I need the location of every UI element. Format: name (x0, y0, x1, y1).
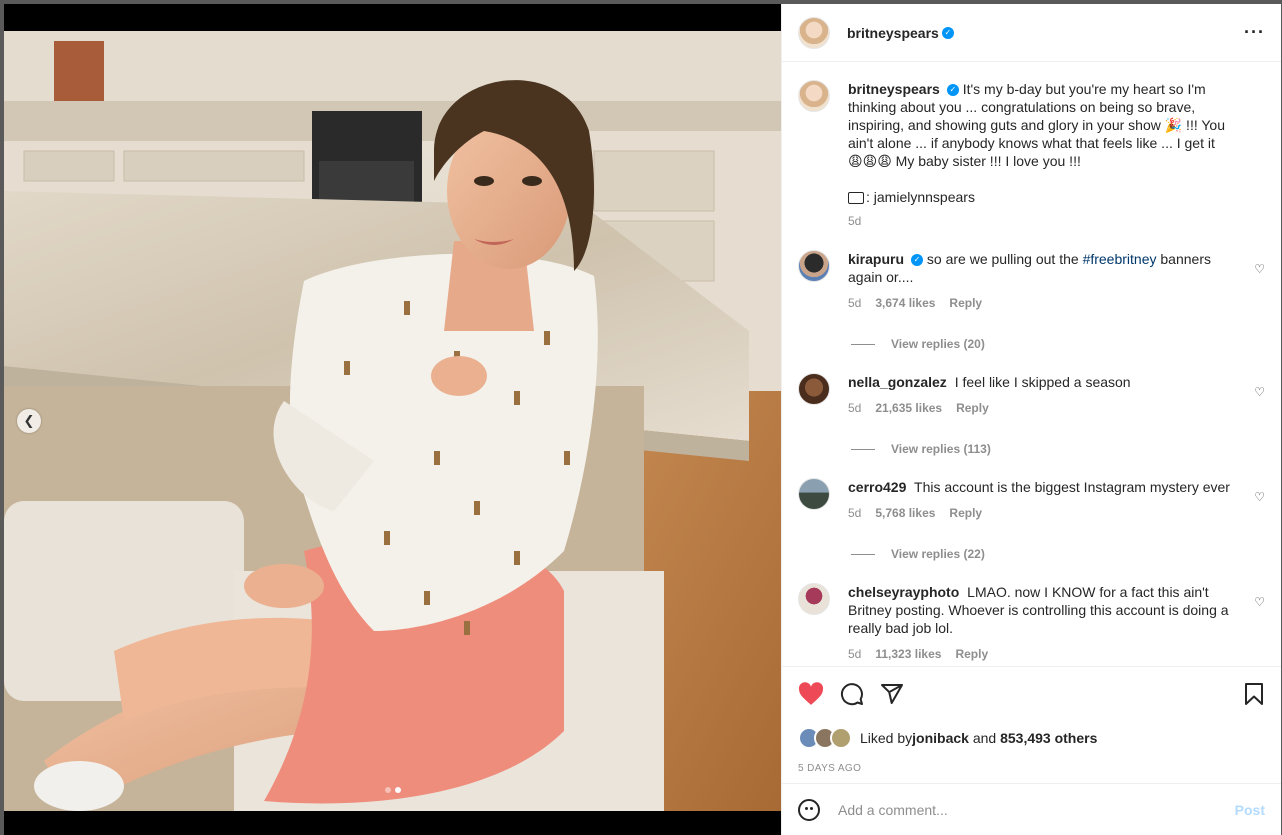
comment-text: This account is the biggest Instagram my… (914, 479, 1230, 495)
comment-text: I feel like I skipped a season (954, 374, 1131, 390)
comment-likes[interactable]: 21,635 likes (875, 399, 942, 417)
comment-age: 5d (848, 401, 862, 415)
replies-divider (851, 553, 875, 555)
comment-like-heart-icon[interactable]: ♡ (1254, 490, 1265, 504)
caption-meta: 5d (848, 212, 1233, 230)
carousel-dot-active (395, 787, 401, 793)
hashtag-link[interactable]: #freebritney (1083, 251, 1157, 267)
heart-icon[interactable] (798, 682, 824, 706)
author-avatar[interactable] (798, 80, 830, 112)
comment-body: cerro429 This account is the biggest Ins… (848, 478, 1233, 522)
view-replies-button[interactable]: View replies (113) (851, 442, 1265, 456)
reply-button[interactable]: Reply (949, 504, 982, 522)
replies-divider (851, 343, 875, 345)
comment-item: kirapuru ✓ so are we pulling out the #fre… (798, 250, 1265, 312)
comment-body: chelseyrayphoto LMAO. now I KNOW for a f… (848, 583, 1233, 663)
view-replies-button[interactable]: View replies (22) (851, 547, 1265, 561)
more-options-icon[interactable]: ··· (1244, 22, 1265, 43)
likes-middle: and (968, 730, 1001, 746)
carousel-indicator (385, 787, 401, 793)
comment-meta: 5d 11,323 likes Reply (848, 645, 1233, 663)
comment-meta: 5d 5,768 likes Reply (848, 504, 1233, 522)
comment-age: 5d (848, 647, 862, 661)
author-username[interactable]: britneyspears (847, 25, 939, 41)
camera-icon (848, 192, 864, 205)
likes-prefix: Liked by (860, 730, 913, 746)
chevron-left-icon: ❮ (23, 413, 35, 428)
liker-avatars (798, 727, 852, 749)
comment-age: 5d (848, 506, 862, 520)
caption-age: 5d (848, 214, 862, 228)
view-replies-label: View replies (22) (891, 547, 985, 561)
others-likes-link[interactable]: 853,493 others (1000, 730, 1097, 746)
caption-body: britneyspears ✓ It's my b-day but you're … (848, 80, 1233, 230)
comment-body: nella_gonzalez I feel like I skipped a s… (848, 373, 1233, 417)
commenter-avatar[interactable] (798, 373, 830, 405)
author-name-block: britneyspears ✓ (847, 25, 954, 41)
comment-input[interactable] (836, 800, 1235, 819)
liker-avatar (830, 727, 852, 749)
comments-list: britneyspears ✓ It's my b-day but you're … (782, 62, 1281, 666)
caption-username[interactable]: britneyspears (848, 81, 940, 97)
comment-body: kirapuru ✓ so are we pulling out the #fre… (848, 250, 1233, 312)
reply-button[interactable]: Reply (949, 294, 982, 312)
post-photo (4, 31, 781, 811)
comment-item: cerro429 This account is the biggest Ins… (798, 478, 1265, 522)
post-actions: Liked by joniback and 853,493 others 5 D… (782, 666, 1281, 786)
commenter-avatar[interactable] (798, 250, 830, 282)
comment-like-heart-icon[interactable]: ♡ (1254, 595, 1265, 609)
author-avatar[interactable] (798, 16, 830, 49)
likes-summary: Liked by joniback and 853,493 others (798, 727, 1265, 749)
add-comment-bar: Post (782, 783, 1281, 835)
carousel-dot (385, 787, 391, 793)
commenter-username[interactable]: chelseyrayphoto (848, 584, 959, 600)
verified-badge-icon: ✓ (911, 254, 924, 267)
comment-item: chelseyrayphoto LMAO. now I KNOW for a f… (798, 583, 1265, 663)
reply-button[interactable]: Reply (955, 645, 988, 663)
comment-likes[interactable]: 11,323 likes (875, 645, 941, 663)
comment-text: so are we pulling out the (926, 251, 1083, 267)
reply-button[interactable]: Reply (956, 399, 989, 417)
commenter-username[interactable]: cerro429 (848, 479, 906, 495)
post-side-panel: britneyspears ✓ ··· britneyspears ✓ It's … (781, 4, 1281, 835)
commenter-username[interactable]: kirapuru (848, 251, 904, 267)
comment-likes[interactable]: 3,674 likes (875, 294, 935, 312)
bookmark-icon[interactable] (1243, 682, 1265, 706)
comment-meta: 5d 3,674 likes Reply (848, 294, 1233, 312)
view-replies-label: View replies (20) (891, 337, 985, 351)
comment-icon[interactable] (840, 682, 864, 706)
post-comment-button[interactable]: Post (1235, 802, 1265, 818)
comment-age: 5d (848, 296, 862, 310)
comment-like-heart-icon[interactable]: ♡ (1254, 262, 1265, 276)
emoji-icon[interactable] (798, 798, 820, 821)
photo-illustration (4, 31, 781, 811)
comment-likes[interactable]: 5,768 likes (875, 504, 935, 522)
comment-meta: 5d 21,635 likes Reply (848, 399, 1233, 417)
action-bar (798, 681, 1265, 707)
carousel-prev-button[interactable]: ❮ (17, 409, 41, 433)
commenter-avatar[interactable] (798, 583, 830, 615)
photo-credit: : jamielynnspears (848, 188, 1233, 206)
commenter-username[interactable]: nella_gonzalez (848, 374, 947, 390)
commenter-avatar[interactable] (798, 478, 830, 510)
caption: britneyspears ✓ It's my b-day but you're … (798, 80, 1265, 230)
post-timestamp[interactable]: 5 DAYS AGO (798, 763, 1265, 774)
share-icon[interactable] (880, 682, 904, 706)
verified-badge-icon: ✓ (946, 84, 959, 97)
replies-divider (851, 448, 875, 450)
view-replies-label: View replies (113) (891, 442, 991, 456)
post-media: ❮ (4, 4, 781, 835)
view-replies-button[interactable]: View replies (20) (851, 337, 1265, 351)
post-header: britneyspears ✓ ··· (782, 4, 1281, 62)
comment-like-heart-icon[interactable]: ♡ (1254, 385, 1265, 399)
verified-badge-icon: ✓ (941, 26, 954, 39)
first-liker-link[interactable]: joniback (912, 730, 969, 746)
comment-item: nella_gonzalez I feel like I skipped a s… (798, 373, 1265, 417)
photo-credit-text: : jamielynnspears (866, 189, 975, 205)
